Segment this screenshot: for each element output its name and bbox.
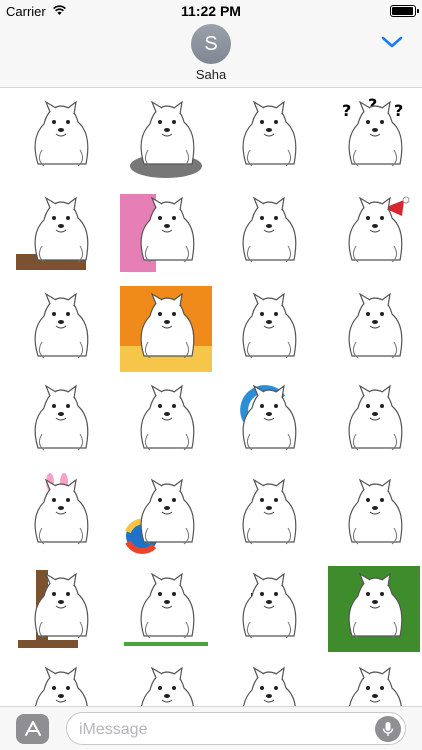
samoyed-illustration-icon: [16, 196, 89, 270]
sticker-samoyed-santa-hat[interactable]: [328, 190, 420, 276]
samoyed-illustration-icon: [242, 100, 297, 167]
sticker-samoyed-green-grass[interactable]: [328, 566, 420, 652]
battery-level: [392, 7, 413, 15]
sticker-samoyed-pink-curtain[interactable]: [120, 190, 212, 276]
message-placeholder: iMessage: [79, 721, 148, 738]
sticker-samoyed-leaf[interactable]: [222, 190, 314, 276]
sticker-samoyed-tree[interactable]: [14, 566, 106, 652]
sticker-samoyed-glasses[interactable]: [222, 566, 314, 652]
status-bar: Carrier 11:22 PM: [0, 0, 422, 22]
samoyed-illustration-icon: [328, 566, 420, 652]
samoyed-illustration-icon: [34, 292, 89, 359]
sticker-samoyed-bunny-ears[interactable]: [14, 472, 106, 558]
samoyed-illustration-icon: ???: [342, 95, 403, 167]
sticker-samoyed-smiling[interactable]: [14, 378, 106, 464]
sticker-samoyed-lying-down[interactable]: [14, 660, 106, 706]
svg-text:?: ?: [394, 101, 403, 120]
samoyed-illustration-icon: [120, 194, 195, 272]
chevron-down-icon[interactable]: [380, 34, 404, 50]
sticker-samoyed-sitting[interactable]: [222, 472, 314, 558]
samoyed-illustration-icon: [125, 478, 195, 554]
samoyed-illustration-icon: [348, 384, 403, 451]
sticker-samoyed-with-butterfly[interactable]: [14, 94, 106, 180]
samoyed-illustration-icon: [141, 666, 194, 706]
samoyed-illustration-icon: [120, 286, 212, 372]
samoyed-illustration-icon: [124, 572, 208, 646]
sticker-samoyed-head-partial[interactable]: [328, 660, 420, 706]
message-input[interactable]: iMessage: [66, 712, 406, 745]
sticker-samoyed-chin-on-paws[interactable]: [328, 286, 420, 372]
sticker-samoyed-standing-small[interactable]: [120, 660, 212, 706]
samoyed-illustration-icon: [243, 666, 296, 706]
app-store-button[interactable]: [16, 714, 49, 744]
samoyed-illustration-icon: [348, 292, 403, 359]
app-store-icon: [24, 721, 41, 736]
microphone-button[interactable]: [375, 716, 401, 742]
samoyed-illustration-icon: [35, 666, 88, 706]
samoyed-illustration-icon: [34, 384, 89, 451]
samoyed-illustration-icon: [348, 478, 403, 545]
samoyed-illustration-icon: [349, 666, 402, 706]
sticker-samoyed-sunburst[interactable]: [120, 286, 212, 372]
clock: 11:22 PM: [181, 3, 241, 19]
samoyed-illustration-icon: [240, 384, 297, 451]
avatar-initial: S: [204, 32, 218, 55]
sticker-samoyed-sitting-shadow[interactable]: [120, 94, 212, 180]
sticker-samoyed-beach-ball[interactable]: [120, 472, 212, 558]
sticker-samoyed-butterfly-grass[interactable]: [120, 566, 212, 652]
samoyed-illustration-icon: [242, 196, 297, 263]
sticker-samoyed-lying-red-toy[interactable]: [328, 472, 420, 558]
samoyed-illustration-icon: [242, 478, 297, 545]
samoyed-illustration-icon: [34, 473, 89, 545]
sticker-samoyed-face-partial[interactable]: [222, 660, 314, 706]
conversation-header: S Saha: [0, 22, 422, 88]
microphone-icon: [382, 722, 394, 736]
sticker-grid: ???: [0, 88, 422, 706]
samoyed-illustration-icon: [242, 572, 297, 639]
sticker-samoyed-walking[interactable]: [14, 286, 106, 372]
sticker-samoyed-profile[interactable]: [222, 94, 314, 180]
svg-text:?: ?: [342, 101, 351, 120]
sticker-samoyed-sweating[interactable]: [328, 378, 420, 464]
samoyed-illustration-icon: [242, 292, 297, 359]
samoyed-illustration-icon: [130, 100, 202, 178]
sticker-samoyed-question-marks[interactable]: ???: [328, 94, 420, 180]
samoyed-illustration-icon: [140, 384, 195, 451]
sticker-samoyed-phone-call[interactable]: [222, 378, 314, 464]
sticker-samoyed-hugging[interactable]: [222, 286, 314, 372]
input-bar: iMessage: [0, 706, 422, 750]
samoyed-illustration-icon: [34, 100, 89, 167]
contact-name[interactable]: Saha: [0, 67, 422, 82]
sticker-samoyed-peeking[interactable]: [120, 378, 212, 464]
samoyed-illustration-icon: [18, 570, 89, 648]
contact-avatar[interactable]: S: [191, 24, 231, 64]
battery-icon: [390, 5, 419, 17]
sticker-samoyed-on-ledge[interactable]: [14, 190, 106, 276]
samoyed-illustration-icon: [348, 196, 410, 263]
